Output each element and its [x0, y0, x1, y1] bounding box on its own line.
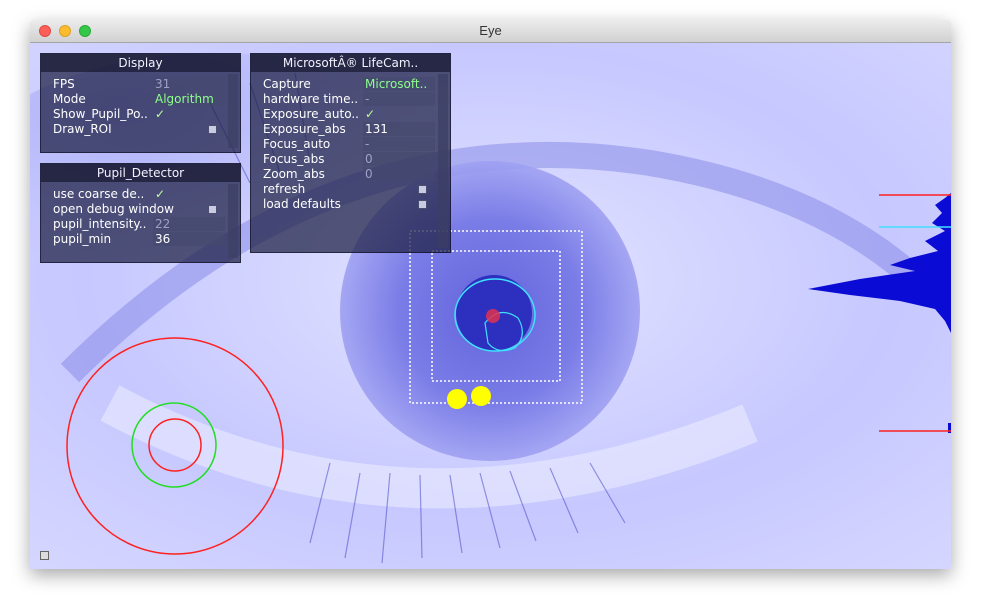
load-defaults-button[interactable] [418, 200, 427, 209]
refresh-label: refresh [263, 182, 306, 196]
draw-roi-checkbox[interactable] [208, 125, 217, 134]
mode-selector[interactable]: Algorithm [153, 92, 225, 106]
display-panel-scrollbar[interactable] [228, 74, 238, 148]
camera-panel-title[interactable]: MicrosoftÂ® LifeCam.. [251, 54, 450, 72]
glint-left [447, 389, 467, 409]
focus-abs-slider[interactable]: 0 [363, 152, 435, 166]
camera-panel-scrollbar[interactable] [438, 74, 448, 248]
display-panel[interactable]: Display FPS 31 Mode Algorithm Show_Pupil… [40, 53, 241, 153]
fps-value: 31 [153, 77, 225, 91]
pupil-min-slider[interactable]: 36 [153, 232, 225, 246]
camera-view[interactable]: Display FPS 31 Mode Algorithm Show_Pupil… [30, 43, 951, 569]
pupil-min-label: pupil_min [53, 232, 112, 246]
coarse-detection-checkbox[interactable]: ✓ [153, 187, 173, 201]
hardware-time-value: - [363, 92, 435, 106]
show-pupil-label: Show_Pupil_Po.. [53, 107, 148, 121]
pupil-intensity-label: pupil_intensity.. [53, 217, 147, 231]
title-bar[interactable]: Eye [30, 20, 951, 43]
show-pupil-checkbox[interactable]: ✓ [153, 107, 173, 121]
exposure-abs-label: Exposure_abs [263, 122, 346, 136]
hardware-time-label: hardware time.. [263, 92, 359, 106]
window-title: Eye [479, 23, 502, 38]
debug-window-label: open debug window [53, 202, 174, 216]
glint-right [471, 386, 491, 406]
load-defaults-label: load defaults [263, 197, 341, 211]
pupil-detector-panel[interactable]: Pupil_Detector use coarse de.. ✓ open de… [40, 163, 241, 263]
focus-auto-value: - [363, 137, 435, 151]
coarse-detection-label: use coarse de.. [53, 187, 145, 201]
camera-panel[interactable]: MicrosoftÂ® LifeCam.. Capture Microsoft.… [250, 53, 451, 253]
pupil-intensity-slider[interactable]: 22 [153, 217, 225, 231]
draw-roi-label: Draw_ROI [53, 122, 112, 136]
zoom-abs-slider[interactable]: 0 [363, 167, 435, 181]
exposure-abs-slider[interactable]: 131 [363, 122, 435, 136]
refresh-button[interactable] [418, 185, 427, 194]
gui-toggle-icon[interactable] [40, 551, 49, 560]
exposure-auto-checkbox[interactable]: ✓ [363, 107, 383, 121]
focus-auto-label: Focus_auto [263, 137, 331, 151]
eye-window: Eye Display FPS 31 Mode Algorithm Show_P… [30, 20, 951, 569]
mode-label: Mode [53, 92, 86, 106]
exposure-auto-label: Exposure_auto.. [263, 107, 359, 121]
zoom-abs-label: Zoom_abs [263, 167, 325, 181]
fps-label: FPS [53, 77, 75, 91]
focus-abs-label: Focus_abs [263, 152, 325, 166]
pupil-detector-panel-title[interactable]: Pupil_Detector [41, 164, 240, 182]
debug-window-checkbox[interactable] [208, 205, 217, 214]
capture-label: Capture [263, 77, 311, 91]
capture-selector[interactable]: Microsoft.. [363, 77, 435, 91]
display-panel-title[interactable]: Display [41, 54, 240, 72]
pupil-center-marker [486, 309, 500, 323]
pupil-detector-panel-scrollbar[interactable] [228, 184, 238, 258]
